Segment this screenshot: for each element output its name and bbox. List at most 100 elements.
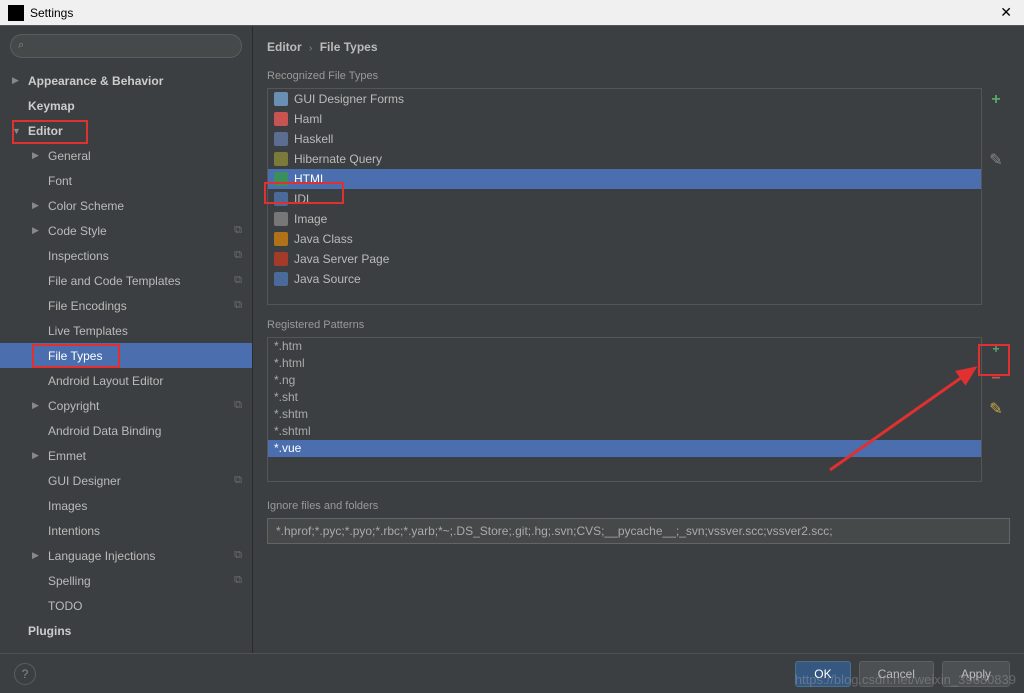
breadcrumb-file-types: File Types	[320, 40, 378, 54]
tree-arrow-icon: ▶	[32, 450, 44, 461]
file-type-label: Java Source	[294, 272, 361, 286]
ok-button[interactable]: OK	[795, 661, 850, 687]
tree-item-label: File and Code Templates	[48, 274, 181, 288]
breadcrumb-editor[interactable]: Editor	[267, 40, 302, 54]
tree-item-file-and-code-templates[interactable]: File and Code Templates ⧉	[0, 268, 252, 293]
file-type-java-server-page[interactable]: Java Server Page	[268, 249, 981, 269]
tree-item-editor[interactable]: ▼Editor	[0, 118, 252, 143]
project-scope-icon: ⧉	[234, 274, 242, 287]
tree-item-label: Code Style	[48, 224, 107, 238]
tree-item-android-data-binding[interactable]: Android Data Binding	[0, 418, 252, 443]
tree-item-keymap[interactable]: Keymap	[0, 93, 252, 118]
file-type-java-source[interactable]: Java Source	[268, 269, 981, 289]
file-type-image[interactable]: Image	[268, 209, 981, 229]
tree-item-label: Language Injections	[48, 549, 155, 563]
tree-item-copyright[interactable]: ▶Copyright⧉	[0, 393, 252, 418]
tree-arrow-icon: ▶	[32, 225, 44, 236]
tree-item-android-layout-editor[interactable]: Android Layout Editor	[0, 368, 252, 393]
tree-item-label: Images	[48, 499, 87, 513]
tree-item-appearance-behavior[interactable]: ▶ Appearance & Behavior	[0, 68, 252, 93]
tree-item-label: Live Templates	[48, 324, 128, 338]
breadcrumb: Editor › File Types	[267, 36, 1010, 70]
pattern-shtml[interactable]: *.shtml	[268, 423, 981, 440]
tree-arrow-icon: ▶	[32, 550, 44, 561]
project-scope-icon: ⧉	[234, 474, 242, 487]
pattern-html[interactable]: *.html	[268, 355, 981, 372]
help-button[interactable]: ?	[14, 663, 36, 685]
tree-item-label: Copyright	[48, 399, 99, 413]
add-pattern-button[interactable]: +	[986, 339, 1006, 359]
file-type-icon	[274, 172, 288, 186]
tree-item-intentions[interactable]: Intentions	[0, 518, 252, 543]
pattern-sht[interactable]: *.sht	[268, 389, 981, 406]
main-area: ⌕ ▶Appearance & BehaviorKeymap▼Editor▶Ge…	[0, 26, 1024, 653]
file-type-html[interactable]: HTML	[268, 169, 981, 189]
file-types-list[interactable]: GUI Designer FormsHamlHaskell Hibernate Q…	[267, 88, 982, 305]
cancel-button[interactable]: Cancel	[859, 661, 934, 687]
tree-item-label: Android Data Binding	[48, 424, 161, 438]
tree-item-file-types[interactable]: File Types	[0, 343, 252, 368]
tree-item-label: Appearance & Behavior	[28, 74, 163, 88]
close-icon[interactable]: ✕	[996, 4, 1016, 21]
settings-tree[interactable]: ▶Appearance & BehaviorKeymap▼Editor▶Gene…	[0, 66, 252, 653]
file-type-haml[interactable]: Haml	[268, 109, 981, 129]
pattern-shtm[interactable]: *.shtm	[268, 406, 981, 423]
file-type-icon	[274, 272, 288, 286]
tree-arrow-icon: ▶	[12, 75, 24, 86]
ignore-section: Ignore files and folders	[267, 500, 1010, 544]
tree-item-label: General	[48, 149, 91, 163]
file-type-hibernate-query[interactable]: Hibernate Query	[268, 149, 981, 169]
tree-item-file-encodings[interactable]: File Encodings⧉	[0, 293, 252, 318]
project-scope-icon: ⧉	[234, 399, 242, 412]
file-type-label: Hibernate Query	[294, 152, 382, 166]
tree-item-emmet[interactable]: ▶ Emmet	[0, 443, 252, 468]
file-type-haskell[interactable]: Haskell	[268, 129, 981, 149]
ignore-label: Ignore files and folders	[267, 500, 1010, 512]
patterns-panel: *.htm*.html*.ng*.sht*.shtm*.shtml*.vue +…	[267, 337, 1010, 482]
ignore-input[interactable]	[267, 518, 1010, 544]
pattern-ng[interactable]: *.ng	[268, 372, 981, 389]
tree-item-inspections[interactable]: Inspections⧉	[0, 243, 252, 268]
search-icon: ⌕	[18, 39, 24, 52]
edit-file-type-button[interactable]: ✎	[986, 150, 1006, 170]
window-title: Settings	[30, 6, 996, 20]
footer: ? OK Cancel Apply	[0, 653, 1024, 693]
file-type-icon	[274, 252, 288, 266]
tree-item-label: Keymap	[28, 99, 75, 113]
file-type-idl[interactable]: IDL	[268, 189, 981, 209]
search-input[interactable]	[10, 34, 242, 58]
tree-item-label: Emmet	[48, 449, 86, 463]
tree-item-color-scheme[interactable]: ▶Color Scheme	[0, 193, 252, 218]
pattern-htm[interactable]: *.htm	[268, 338, 981, 355]
tree-item-todo[interactable]: TODO	[0, 593, 252, 618]
patterns-list[interactable]: *.htm*.html*.ng*.sht*.shtm*.shtml*.vue	[267, 337, 982, 482]
file-type-icon	[274, 112, 288, 126]
apply-button[interactable]: Apply	[942, 661, 1010, 687]
tree-item-general[interactable]: ▶General	[0, 143, 252, 168]
edit-pattern-button[interactable]: ✎	[986, 399, 1006, 419]
tree-item-images[interactable]: Images	[0, 493, 252, 518]
file-type-java-class[interactable]: Java Class	[268, 229, 981, 249]
project-scope-icon: ⧉	[234, 574, 242, 587]
tree-item-label: TODO	[48, 599, 82, 613]
tree-item-plugins[interactable]: Plugins	[0, 618, 252, 643]
tree-item-label: File Types	[48, 349, 102, 363]
tree-item-spelling[interactable]: Spelling ⧉	[0, 568, 252, 593]
content-panel: Editor › File Types Recognized File Type…	[253, 26, 1024, 653]
tree-item-live-templates[interactable]: Live Templates	[0, 318, 252, 343]
file-type-gui-designer-forms[interactable]: GUI Designer Forms	[268, 89, 981, 109]
patterns-section: Registered Patterns *.htm*.html*.ng*.sht…	[267, 319, 1010, 482]
file-type-label: HTML	[294, 172, 327, 186]
tree-item-gui-designer[interactable]: GUI Designer⧉	[0, 468, 252, 493]
pattern-vue[interactable]: *.vue	[268, 440, 981, 457]
add-file-type-button[interactable]: +	[986, 90, 1006, 110]
tree-arrow-icon: ▶	[32, 200, 44, 211]
tree-item-code-style[interactable]: ▶Code Style⧉	[0, 218, 252, 243]
patterns-buttons: + − ✎	[982, 337, 1010, 482]
recognized-label: Recognized File Types	[267, 70, 1010, 82]
tree-item-language-injections[interactable]: ▶Language Injections⧉	[0, 543, 252, 568]
tree-item-font[interactable]: Font	[0, 168, 252, 193]
title-bar: Settings ✕	[0, 0, 1024, 26]
remove-pattern-button[interactable]: −	[986, 369, 1006, 389]
tree-item-label: Spelling	[48, 574, 91, 588]
